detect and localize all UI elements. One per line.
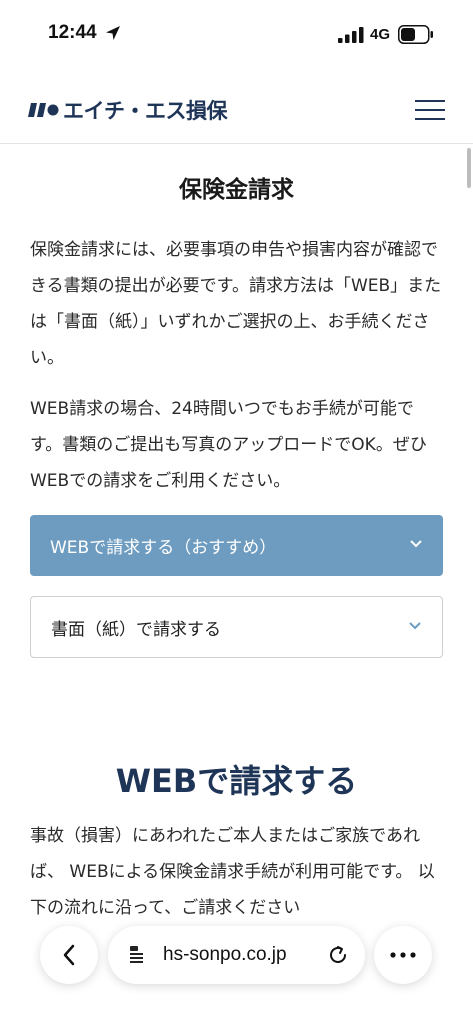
location-arrow-icon bbox=[106, 26, 120, 40]
web-info-paragraph: WEB請求の場合、24時間いつでもお手続が可能です。書類のご提出も写真のアップロ… bbox=[30, 399, 427, 491]
chevron-down-icon bbox=[409, 622, 421, 630]
cellular-signal-icon bbox=[338, 27, 364, 43]
hamburger-menu-icon[interactable] bbox=[415, 100, 445, 122]
back-button[interactable] bbox=[40, 926, 98, 984]
status-bar: 12:44 4G bbox=[0, 0, 473, 64]
accordion-web-claim-label: WEBで請求する（おすすめ） bbox=[50, 538, 277, 558]
section-paragraph: 事故（損害）にあわれたご本人またはご家族であれば、 WEBによる保険金請求手続が… bbox=[30, 826, 435, 918]
logo-mark-icon bbox=[28, 103, 59, 117]
ellipsis-icon bbox=[390, 952, 416, 958]
battery-icon bbox=[398, 25, 433, 44]
more-options-button[interactable] bbox=[374, 926, 432, 984]
site-logo[interactable]: エイチ・エス損保 bbox=[28, 95, 228, 125]
network-type-label: 4G bbox=[370, 26, 391, 43]
chevron-down-icon bbox=[410, 540, 422, 548]
page-title: 保険金請求 bbox=[179, 177, 294, 203]
logo-text: エイチ・エス損保 bbox=[63, 99, 228, 123]
status-time: 12:44 bbox=[48, 22, 97, 43]
section-title: WEBで請求する bbox=[115, 762, 358, 800]
reload-icon[interactable] bbox=[327, 944, 349, 966]
accordion-paper-claim[interactable]: 書面（紙）で請求する bbox=[30, 596, 443, 658]
accordion-web-claim[interactable]: WEBで請求する（おすすめ） bbox=[30, 515, 443, 576]
chevron-left-icon bbox=[63, 944, 75, 966]
page-menu-icon bbox=[130, 946, 143, 963]
intro-paragraph: 保険金請求には、必要事項の申告や損害内容が確認できる書類の提出が必要です。請求方… bbox=[30, 240, 442, 368]
accordion-paper-claim-label: 書面（紙）で請求する bbox=[51, 619, 221, 640]
site-header: エイチ・エス損保 bbox=[0, 64, 473, 144]
address-bar[interactable]: hs-sonpo.co.jp bbox=[108, 926, 365, 984]
url-text: hs-sonpo.co.jp bbox=[163, 944, 287, 965]
